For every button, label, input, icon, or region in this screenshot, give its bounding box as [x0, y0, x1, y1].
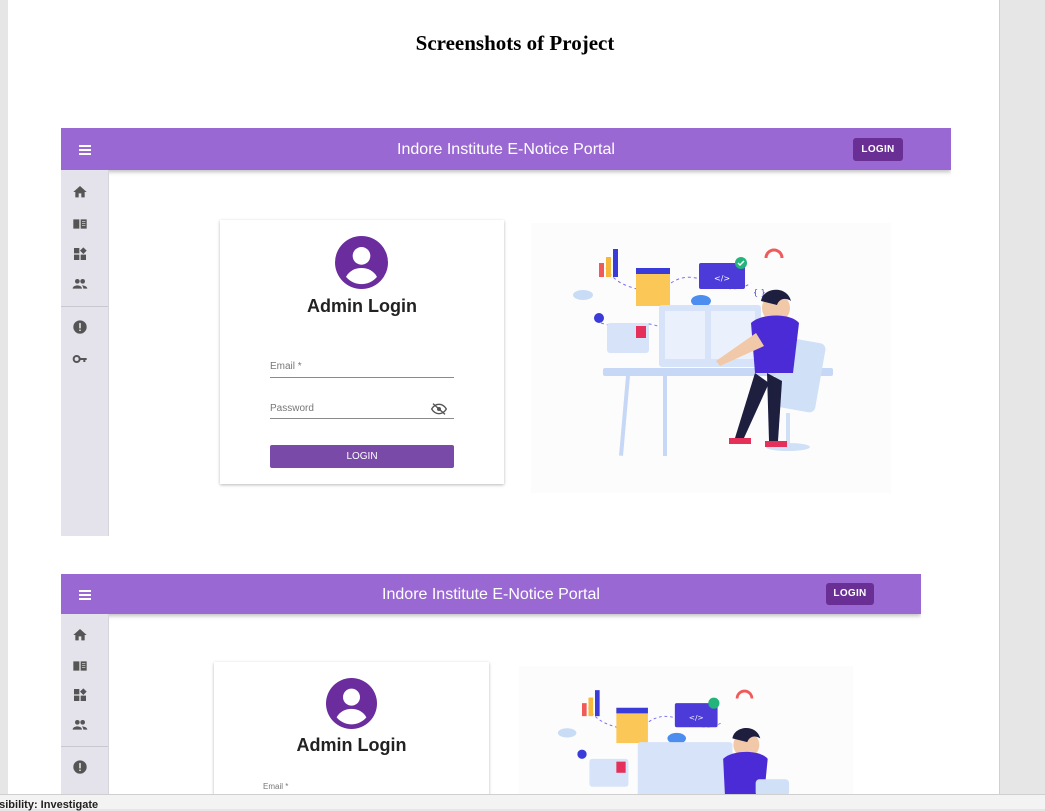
password-field[interactable]	[270, 418, 454, 419]
side-drawer	[61, 614, 109, 794]
svg-text:</>: </>	[689, 713, 704, 722]
people-icon[interactable]	[72, 276, 88, 292]
login-submit-button[interactable]: LOGIN	[270, 445, 454, 468]
email-label: Email *	[263, 782, 289, 791]
screenshot-2: Indore Institute E-Notice Portal LOGIN A…	[61, 574, 921, 794]
app-bar: Indore Institute E-Notice Portal LOGIN	[61, 574, 921, 614]
card-title: Admin Login	[296, 735, 407, 755]
dashboard-icon[interactable]	[72, 687, 88, 703]
developer-illustration: </>	[518, 666, 854, 794]
screenshot-1: Indore Institute E-Notice Portal LOGIN A…	[61, 128, 951, 536]
developer-illustration: </> { }	[531, 223, 891, 493]
accessibility-status[interactable]: ssibility: Investigate	[0, 799, 98, 811]
email-field[interactable]	[270, 377, 454, 378]
app-title: Indore Institute E-Notice Portal	[382, 586, 600, 603]
account-circle-icon	[335, 236, 388, 289]
admin-login-card: Admin Login Email *	[214, 662, 489, 794]
app-bar: Indore Institute E-Notice Portal LOGIN	[61, 128, 951, 170]
appbar-login-button[interactable]: LOGIN	[826, 583, 874, 605]
email-label: Email *	[270, 361, 302, 372]
home-icon[interactable]	[72, 184, 88, 200]
drawer-divider	[61, 306, 108, 307]
book-icon[interactable]	[72, 216, 88, 232]
appbar-login-button[interactable]: LOGIN	[853, 138, 903, 161]
svg-text:</>: </>	[714, 274, 730, 283]
dashboard-icon[interactable]	[72, 246, 88, 262]
document-page: Screenshots of Project Indore Institute …	[8, 0, 1000, 794]
app-title: Indore Institute E-Notice Portal	[397, 141, 615, 158]
book-icon[interactable]	[72, 658, 88, 674]
people-icon[interactable]	[72, 717, 88, 733]
home-icon[interactable]	[72, 627, 88, 643]
status-bar: ssibility: Investigate	[0, 794, 1045, 811]
side-drawer	[61, 170, 109, 536]
key-icon[interactable]	[72, 351, 88, 367]
error-icon[interactable]	[72, 759, 88, 775]
document-title: Screenshots of Project	[415, 31, 615, 55]
admin-login-card: Admin Login Email * Password LOGIN	[220, 220, 504, 484]
card-title: Admin Login	[307, 296, 417, 316]
visibility-off-icon[interactable]	[431, 403, 447, 415]
drawer-divider	[61, 746, 108, 747]
account-circle-icon	[326, 678, 377, 729]
password-label: Password	[270, 403, 314, 414]
error-icon[interactable]	[72, 319, 88, 335]
